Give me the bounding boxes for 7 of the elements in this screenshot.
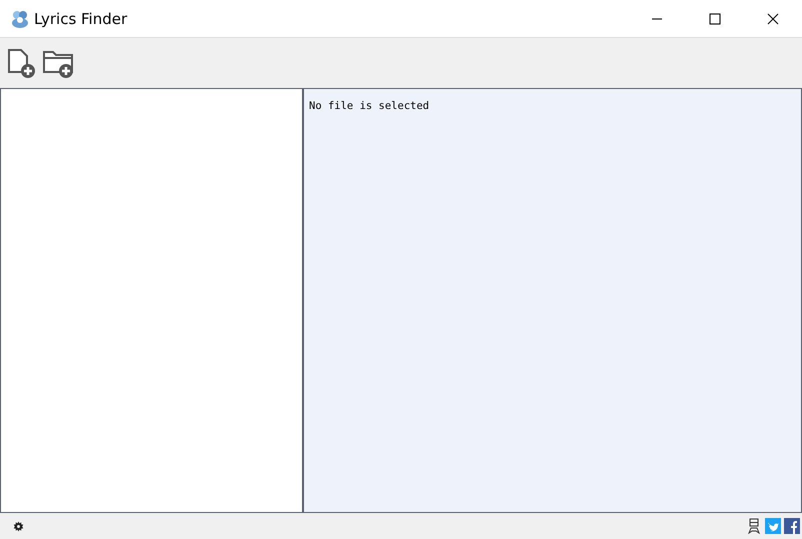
close-icon[interactable] xyxy=(767,12,779,24)
maximize-icon[interactable] xyxy=(709,12,721,24)
facebook-icon[interactable] xyxy=(784,518,800,534)
window-title: Lyrics Finder xyxy=(34,10,128,28)
app-icon xyxy=(10,8,30,28)
settings-icon[interactable] xyxy=(13,520,24,532)
status-message: No file is selected xyxy=(309,100,430,112)
